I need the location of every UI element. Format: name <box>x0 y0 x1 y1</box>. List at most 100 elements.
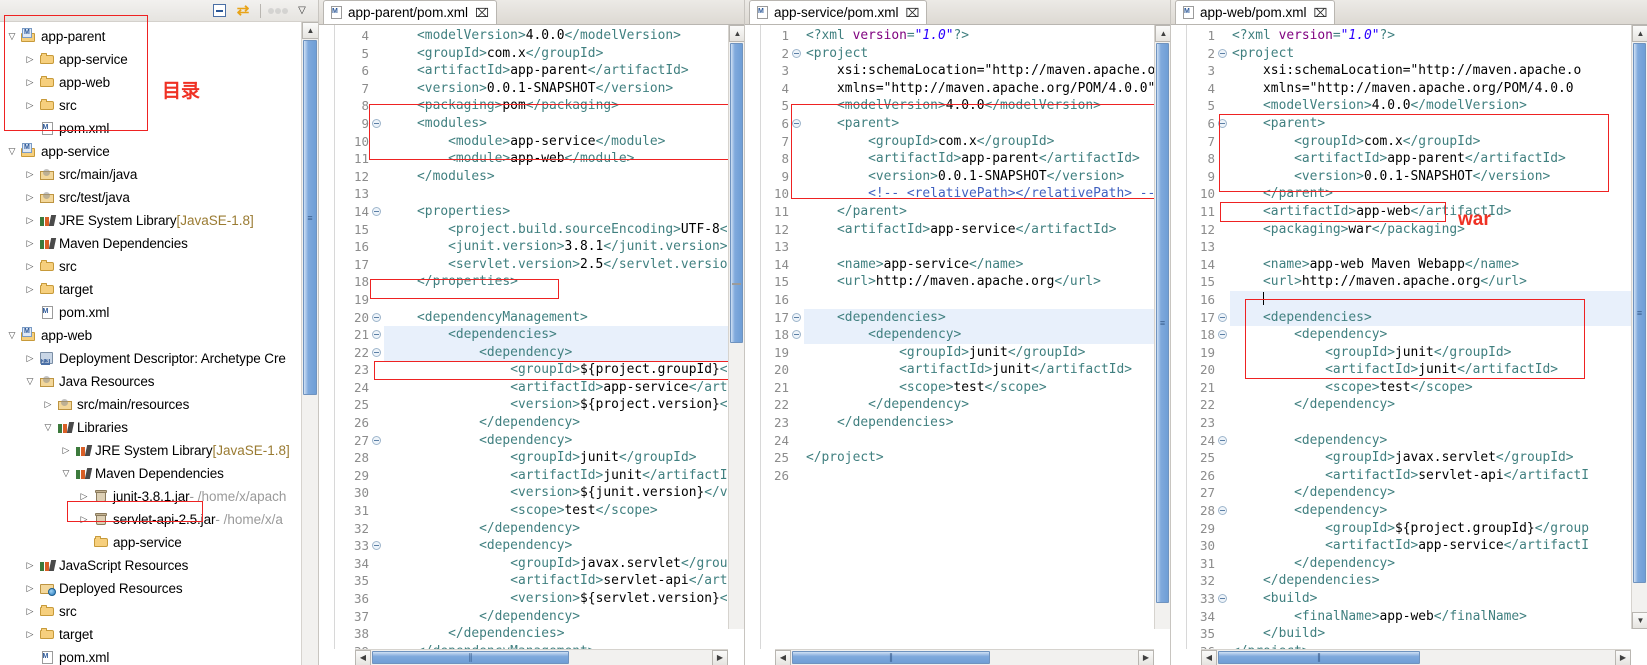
code-line[interactable]: </build> <box>1230 625 1647 643</box>
code-line[interactable]: xsi:schemaLocation="http://maven.apache.… <box>804 62 1170 80</box>
code-area-1[interactable]: <modelVersion>4.0.0</modelVersion> <grou… <box>384 25 744 649</box>
fold-collapse-icon[interactable] <box>372 118 381 128</box>
code-line[interactable]: <modules> <box>384 115 744 133</box>
scroll-up-button[interactable]: ▲ <box>302 22 319 39</box>
code-line[interactable]: </dependency> <box>1230 555 1647 573</box>
code-line[interactable]: <scope>test</scope> <box>1230 379 1647 397</box>
code-line[interactable]: <groupId>junit</groupId> <box>384 449 744 467</box>
code-line[interactable]: <artifactId>app-parent</artifactId> <box>1230 150 1647 168</box>
code-line[interactable]: <dependency> <box>1230 502 1647 520</box>
tree-item-app-service[interactable]: ▽ app-service <box>0 140 318 163</box>
expand-arrow-down-icon[interactable]: ▽ <box>22 376 38 387</box>
code-line[interactable]: <finalName>app-web</finalName> <box>1230 608 1647 626</box>
scroll-right-button[interactable]: ▶ <box>1615 649 1631 665</box>
code-line[interactable]: <project <box>1230 45 1647 63</box>
explorer-vertical-scrollbar[interactable]: ▲ ≡ <box>301 22 319 665</box>
code-line[interactable]: <dependencies> <box>1230 308 1647 327</box>
editor-1-horizontal-scrollbar[interactable]: ◀ ∥ ▶ <box>355 649 728 665</box>
tree-item-jre-system-library[interactable]: ▷ JRE System Library [JavaSE-1.8] <box>0 209 318 232</box>
tree-item-target[interactable]: ▷ target <box>0 623 318 646</box>
code-line[interactable]: <artifactId>junit</artifactId> <box>804 361 1170 379</box>
tree-item-app-web[interactable]: ▽ app-web <box>0 324 318 347</box>
expand-arrow-right-icon[interactable]: ▷ <box>76 491 92 502</box>
tree-item-target[interactable]: ▷ target <box>0 278 318 301</box>
expand-arrow-down-icon[interactable]: ▽ <box>4 31 20 42</box>
code-line[interactable]: <dependency> <box>384 343 744 362</box>
code-line[interactable]: </dependency> <box>1230 484 1647 502</box>
fold-collapse-icon[interactable] <box>372 347 381 357</box>
code-line[interactable]: <artifactId>app-parent</artifactId> <box>384 62 744 80</box>
expand-arrow-right-icon[interactable]: ▷ <box>22 261 38 272</box>
code-line[interactable]: <name>app-web Maven Webapp</name> <box>1230 256 1647 274</box>
code-line[interactable]: <groupId>com.x</groupId> <box>1230 133 1647 151</box>
code-line[interactable]: <module>app-web</module> <box>384 150 744 168</box>
tree-item-src[interactable]: ▷ src <box>0 94 318 117</box>
scroll-left-button[interactable]: ◀ <box>355 649 371 665</box>
code-line[interactable]: <name>app-service</name> <box>804 256 1170 274</box>
tree-item-maven-dependencies[interactable]: ▽ Maven Dependencies <box>0 462 318 485</box>
tree-item-app-parent[interactable]: ▽ app-parent <box>0 25 318 48</box>
scroll-thumb[interactable]: ≡ <box>1156 43 1169 603</box>
code-line[interactable]: xmlns="http://maven.apache.org/POM/4.0.0… <box>804 80 1170 98</box>
code-line[interactable] <box>804 238 1170 256</box>
editor-body-2[interactable]: 1 2 3 4 5 6 7 8 9 10 11 12 13 14 15 16 17 18 19 20 21 22 23 24 2… <box>745 25 1170 649</box>
tree-item-app-service[interactable]: ▷app-service <box>0 531 318 554</box>
expand-arrow-down-icon[interactable]: ▽ <box>4 330 20 341</box>
expand-arrow-down-icon[interactable]: ▽ <box>4 146 20 157</box>
fold-collapse-icon[interactable] <box>1218 435 1227 445</box>
code-line[interactable]: <artifactId>junit</artifactId> <box>1230 361 1647 379</box>
tree-item-servlet-api-2-5-jar[interactable]: ▷ servlet-api-2.5.jar - /home/x/a <box>0 508 318 531</box>
code-line[interactable]: <servlet.version>2.5</servlet.version> <box>384 256 744 274</box>
code-line[interactable]: <?xml version="1.0"?> <box>804 27 1170 45</box>
code-line[interactable]: <version>${junit.version}</version <box>384 484 744 502</box>
fold-collapse-icon[interactable] <box>1218 118 1227 128</box>
code-line[interactable]: <?xml version="1.0"?> <box>1230 27 1647 45</box>
editor-body-3[interactable]: 1 2 3 4 5 6 7 8 9 10 11 12 13 14 15 16 17 18 19 20 21 22 23 24 2… <box>1171 25 1647 649</box>
fold-collapse-icon[interactable] <box>1218 48 1227 58</box>
code-line[interactable]: <module>app-service</module> <box>384 133 744 151</box>
tree-item-deployed-resources[interactable]: ▷ Deployed Resources <box>0 577 318 600</box>
tree-item-deployment-descriptor-archetype-cre[interactable]: ▷ Deployment Descriptor: Archetype Cre <box>0 347 318 370</box>
scroll-thumb-h[interactable]: ∥ <box>372 651 569 664</box>
tab-app-service-pom[interactable]: app-service/pom.xml ⌧ <box>749 0 928 24</box>
code-line[interactable] <box>1230 414 1647 432</box>
scroll-up-button[interactable]: ▲ <box>729 25 744 42</box>
tree-item-app-web[interactable]: ▷ app-web <box>0 71 318 94</box>
code-line[interactable]: <artifactId>app-parent</artifactId> <box>804 150 1170 168</box>
tree-item-maven-dependencies[interactable]: ▷ Maven Dependencies <box>0 232 318 255</box>
code-line[interactable]: <dependencyManagement> <box>384 309 744 327</box>
expand-arrow-down-icon[interactable]: ▽ <box>58 468 74 479</box>
code-line[interactable]: <groupId>${project.groupId}</group <box>1230 520 1647 538</box>
code-area-3[interactable]: <?xml version="1.0"?> <project xsi:schema… <box>1230 25 1647 649</box>
scroll-thumb-h[interactable]: ∥ <box>792 651 990 664</box>
expand-arrow-right-icon[interactable]: ▷ <box>22 238 38 249</box>
code-line[interactable]: <modelVersion>4.0.0</modelVersion> <box>804 97 1170 115</box>
code-line[interactable]: <version>0.0.1-SNAPSHOT</version> <box>804 168 1170 186</box>
tree-item-pom-xml[interactable]: ▷pom.xml <box>0 117 318 140</box>
scroll-left-button[interactable]: ◀ <box>775 649 791 665</box>
close-icon[interactable]: ⌧ <box>1314 6 1328 20</box>
code-line[interactable]: <build> <box>1230 590 1647 608</box>
code-line[interactable] <box>804 467 1170 485</box>
scroll-thumb[interactable]: ≡ <box>303 40 317 395</box>
tree-item-libraries[interactable]: ▽ Libraries <box>0 416 318 439</box>
expand-arrow-right-icon[interactable]: ▷ <box>58 445 74 456</box>
code-line[interactable]: <dependency> <box>1230 432 1647 450</box>
expand-arrow-right-icon[interactable]: ▷ <box>22 583 38 594</box>
expand-arrow-right-icon[interactable]: ▷ <box>22 606 38 617</box>
fold-collapse-icon[interactable] <box>372 312 381 322</box>
close-icon[interactable]: ⌧ <box>475 6 489 20</box>
expand-arrow-right-icon[interactable]: ▷ <box>22 54 38 65</box>
code-line[interactable]: <scope>test</scope> <box>384 502 744 520</box>
code-area-2[interactable]: <?xml version="1.0"?> <project xsi:schema… <box>804 25 1170 649</box>
code-line[interactable]: </dependencies> <box>804 414 1170 432</box>
fold-collapse-icon[interactable] <box>1218 594 1227 603</box>
editor-2-horizontal-scrollbar[interactable]: ◀ ∥ ▶ <box>775 649 1154 665</box>
code-line[interactable]: <project.build.sourceEncoding>UTF-8</pro <box>384 221 744 239</box>
code-line[interactable]: <artifactId>servlet-api</artifactI <box>384 572 744 590</box>
code-line[interactable]: </dependency> <box>384 608 744 626</box>
fold-collapse-icon[interactable] <box>792 48 801 58</box>
tree-item-src[interactable]: ▷ src <box>0 255 318 278</box>
tab-app-web-pom[interactable]: app-web/pom.xml ⌧ <box>1175 0 1336 24</box>
code-line[interactable]: </dependency> <box>384 520 744 538</box>
